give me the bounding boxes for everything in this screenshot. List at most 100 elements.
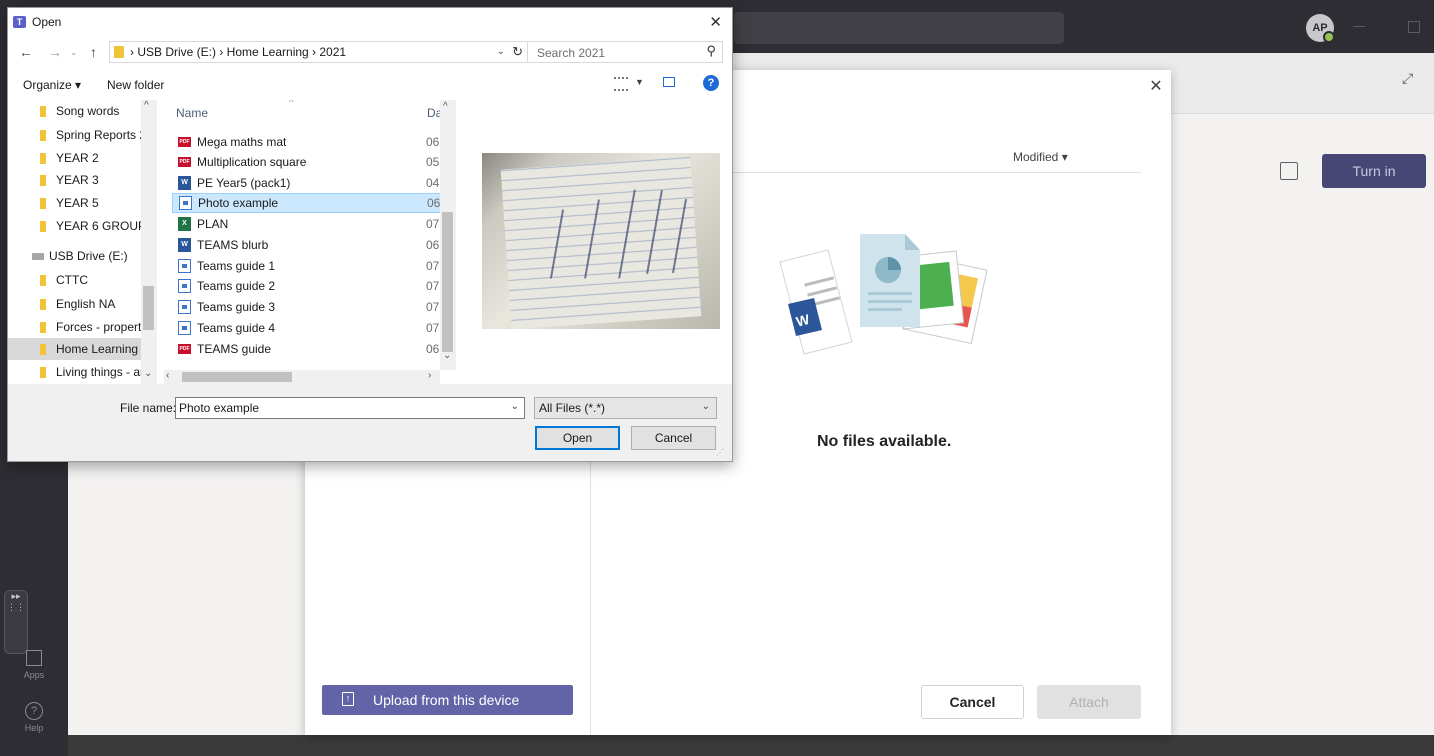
file-name-label: File name: — [120, 401, 177, 415]
expand-icon[interactable]: ⤢ — [1402, 70, 1420, 88]
rail-help[interactable]: ? Help — [12, 702, 56, 733]
preview-pane-icon[interactable] — [663, 77, 675, 87]
nav-item-home-learning[interactable]: Home Learning — [8, 338, 148, 360]
nav-item[interactable]: YEAR 2 — [8, 147, 148, 169]
search-icon: ⚲ — [706, 43, 716, 58]
file-row[interactable]: Teams guide 1 07, — [172, 256, 440, 276]
view-dropdown-icon[interactable]: ▼ — [635, 77, 644, 87]
organize-menu[interactable]: Organize ▾ — [23, 78, 81, 92]
file-row[interactable]: PDF TEAMS guide 06, — [172, 339, 440, 359]
empty-state-message: No files available. — [817, 433, 952, 450]
file-row-selected[interactable]: Photo example 06, — [172, 193, 440, 213]
scroll-left-icon[interactable]: ‹ — [166, 370, 169, 381]
rail-apps-label: Apps — [23, 670, 45, 680]
scroll-up-icon[interactable]: ^ — [144, 100, 149, 111]
scroll-right-icon[interactable]: › — [428, 370, 431, 381]
address-bar[interactable]: › USB Drive (E:) › Home Learning › 2021 … — [109, 41, 528, 63]
immersive-reader-icon[interactable] — [1280, 162, 1298, 180]
chevron-down-icon[interactable]: ⌄ — [511, 401, 519, 412]
minimize-icon[interactable] — [1353, 26, 1365, 27]
cancel-button[interactable]: Cancel — [921, 685, 1024, 719]
file-row[interactable]: W TEAMS blurb 06, — [172, 235, 440, 255]
avatar[interactable]: AP — [1306, 14, 1335, 43]
dialog-cancel-button[interactable]: Cancel — [631, 426, 716, 450]
forward-arrow-icon[interactable]: → — [48, 44, 62, 60]
turn-in-button[interactable]: Turn in — [1322, 154, 1426, 188]
file-type-value: All Files (*.*) — [539, 401, 606, 415]
nav-item[interactable]: YEAR 5 — [8, 192, 148, 214]
file-row[interactable]: W PE Year5 (pack1) 04, — [172, 173, 440, 193]
file-name-field[interactable]: Photo example ⌄ — [175, 397, 525, 419]
bottom-strip — [68, 735, 1434, 756]
presence-available-icon — [1323, 31, 1335, 43]
back-arrow-icon[interactable]: ← — [19, 44, 33, 60]
nav-item[interactable]: Living things - ar — [8, 361, 148, 383]
file-row[interactable]: X PLAN 07, — [172, 214, 440, 234]
scroll-up-icon[interactable]: ^ — [443, 101, 448, 112]
nav-item-label: English NA — [56, 297, 116, 311]
sort-modified[interactable]: Modified ▾ — [1013, 150, 1068, 164]
column-name[interactable]: Name — [176, 106, 208, 120]
change-view-icon[interactable] — [614, 77, 628, 91]
excel-file-icon: X — [178, 217, 191, 231]
attach-button[interactable]: Attach — [1037, 685, 1141, 719]
file-row[interactable]: Teams guide 2 07, — [172, 276, 440, 296]
scroll-thumb[interactable] — [143, 286, 154, 330]
nav-item-label: Living things - ar — [56, 365, 145, 379]
file-list-hscrollbar[interactable]: ‹ › — [164, 370, 440, 384]
maximize-icon[interactable] — [1408, 21, 1420, 33]
file-date: 07, — [426, 217, 440, 231]
rail-help-label: Help — [24, 723, 44, 733]
image-file-icon — [178, 321, 191, 335]
nav-scrollbar[interactable]: ^ ⌄ — [141, 100, 157, 384]
nav-item-label: Home Learning — [56, 342, 139, 356]
chevron-down-icon[interactable]: ⌄ — [497, 46, 505, 57]
nav-item-label: YEAR 6 GROUP — [56, 219, 147, 233]
breadcrumb[interactable]: › USB Drive (E:) › Home Learning › 2021 — [130, 45, 346, 59]
recent-locations-icon[interactable]: ⌄ — [70, 47, 78, 58]
nav-item[interactable]: Song words — [8, 100, 148, 122]
file-row[interactable]: PDF Multiplication square 05, — [172, 152, 440, 172]
nav-item[interactable]: YEAR 6 GROUP — [8, 215, 148, 237]
file-name: Teams guide 3 — [197, 300, 276, 314]
upload-icon: ↑ — [342, 692, 354, 706]
image-file-icon — [178, 259, 191, 273]
navigation-pane: Song words Spring Reports 2 YEAR 2 YEAR … — [8, 100, 158, 384]
file-row[interactable]: Teams guide 3 07, — [172, 297, 440, 317]
file-type-select[interactable]: All Files (*.*) ⌄ — [534, 397, 717, 419]
nav-item[interactable]: YEAR 3 — [8, 169, 148, 191]
dialog-close-icon[interactable]: ✕ — [709, 13, 722, 31]
folder-icon — [40, 322, 46, 333]
rail-apps[interactable]: Apps — [12, 650, 56, 680]
teams-search-bar[interactable] — [734, 12, 1064, 44]
scroll-thumb[interactable] — [182, 372, 292, 382]
scroll-down-icon[interactable]: ⌄ — [144, 368, 152, 379]
search-input[interactable]: Search 2021 ⚲ — [527, 41, 723, 63]
file-name: Photo example — [198, 196, 279, 210]
attach-close-icon[interactable]: ✕ — [1147, 78, 1165, 96]
file-list-scrollbar[interactable]: ^ ⌄ — [440, 100, 456, 370]
nav-item-label: YEAR 2 — [56, 151, 99, 165]
scroll-down-icon[interactable]: ⌄ — [443, 350, 451, 361]
file-row[interactable]: PDF Mega maths mat 06, — [172, 132, 440, 152]
refresh-icon[interactable]: ↻ — [512, 44, 523, 60]
nav-item[interactable]: Spring Reports 2 — [8, 124, 148, 146]
rail-collapse-handle[interactable]: ▸▸ ⋮⋮ — [4, 590, 28, 654]
nav-item[interactable]: Forces - properti — [8, 316, 148, 338]
nav-item[interactable]: CTTC — [8, 269, 148, 291]
resize-grip-icon[interactable]: ⋰ — [716, 448, 728, 460]
help-icon[interactable]: ? — [703, 75, 719, 91]
nav-item-usb-drive[interactable]: USB Drive (E:) — [8, 245, 148, 267]
folder-icon — [40, 153, 46, 164]
file-name-value: Photo example — [179, 401, 260, 415]
file-name: Mega maths mat — [197, 135, 287, 149]
up-arrow-icon[interactable]: ↑ — [90, 44, 97, 60]
open-button[interactable]: Open — [535, 426, 620, 450]
file-row[interactable]: Teams guide 4 07, — [172, 318, 440, 338]
upload-from-device-button[interactable]: ↑ Upload from this device — [322, 685, 573, 715]
scroll-thumb[interactable] — [442, 212, 453, 352]
nav-item[interactable]: English NA — [8, 293, 148, 315]
folder-icon — [40, 221, 46, 232]
new-folder-button[interactable]: New folder — [107, 78, 164, 92]
column-date[interactable]: Da — [427, 106, 440, 120]
